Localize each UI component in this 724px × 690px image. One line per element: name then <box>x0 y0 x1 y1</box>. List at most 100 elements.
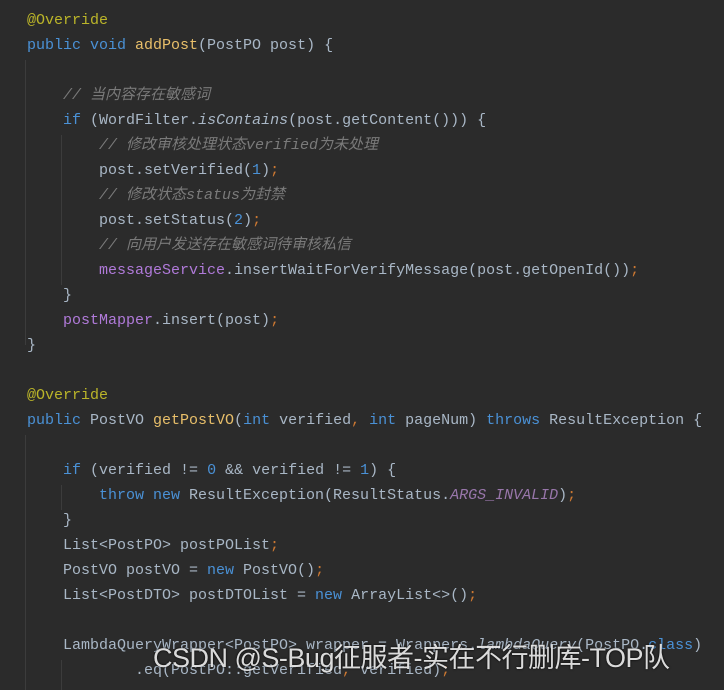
code-token: public void <box>27 37 136 54</box>
code-token: ; <box>270 537 280 554</box>
code-token: // 修改状态status为封禁 <box>99 187 286 204</box>
code-token: ; <box>252 212 262 229</box>
code-token: messageService <box>99 262 226 279</box>
code-token: ; <box>315 562 325 579</box>
code-token: PostVO postVO = <box>27 562 208 579</box>
code-line: @Override <box>27 383 702 408</box>
code-token: ResultException { <box>549 412 703 429</box>
code-token: postMapper <box>63 312 154 329</box>
code-token: ARGS_INVALID <box>450 487 559 504</box>
code-token: ; <box>630 262 640 279</box>
code-token: (WordFilter. <box>90 112 199 129</box>
code-line: public void addPost(PostPO post) { <box>27 33 702 58</box>
code-token: post.setStatus( <box>27 212 235 229</box>
code-token: // 向用户发送存在敏感词待审核私信 <box>99 237 352 254</box>
code-line: if (verified != 0 && verified != 1) { <box>27 458 702 483</box>
code-token: getPostVO <box>153 412 235 429</box>
code-token: .insert(post) <box>153 312 271 329</box>
code-token: List<PostPO> postPOList <box>27 537 271 554</box>
code-line: } <box>27 508 702 533</box>
code-line: post.setVerified(1); <box>27 158 702 183</box>
code-token: ; <box>270 162 280 179</box>
code-token: isContains <box>198 112 289 129</box>
code-token: , <box>351 412 370 429</box>
code-token: int <box>243 412 280 429</box>
code-line: messageService.insertWaitForVerifyMessag… <box>27 258 702 283</box>
code-token: new <box>315 587 352 604</box>
code-line: // 修改审核处理状态verified为未处理 <box>27 133 702 158</box>
code-token: addPost <box>135 37 199 54</box>
code-token: PostVO() <box>243 562 316 579</box>
code-token: ) { <box>369 462 397 479</box>
code-line: public PostVO getPostVO(int verified, in… <box>27 408 702 433</box>
code-token: ( <box>234 412 244 429</box>
code-line: List<PostPO> postPOList; <box>27 533 702 558</box>
code-token: 1 <box>360 462 370 479</box>
code-line: if (WordFilter.isContains(post.getConten… <box>27 108 702 133</box>
code-line: // 向用户发送存在敏感词待审核私信 <box>27 233 702 258</box>
code-line: post.setStatus(2); <box>27 208 702 233</box>
code-token: public <box>27 412 91 429</box>
code-token: new <box>207 562 244 579</box>
code-token: 0 <box>207 462 217 479</box>
code-token: 1 <box>252 162 262 179</box>
code-token: } <box>27 512 73 529</box>
watermark: CSDN @S-Bug征服者-实在不行删库-TOP队 <box>153 643 670 673</box>
code-token: } <box>27 337 37 354</box>
code-token: throws <box>486 412 550 429</box>
code-token: // 当内容存在敏感词 <box>63 87 211 104</box>
code-token: @Override <box>27 387 109 404</box>
code-token: } <box>27 287 73 304</box>
code-editor[interactable]: @Override public void addPost(PostPO post… <box>27 8 702 683</box>
code-token: throw new <box>99 487 190 504</box>
code-token: @Override <box>27 12 109 29</box>
indent-guide <box>25 435 26 690</box>
code-token: ) <box>693 637 703 654</box>
code-line: // 当内容存在敏感词 <box>27 83 702 108</box>
code-token: ) <box>261 162 271 179</box>
code-token: ; <box>270 312 280 329</box>
code-token: (PostPO post) { <box>198 37 334 54</box>
code-token: verified <box>279 412 352 429</box>
code-token: // 修改审核处理状态verified为未处理 <box>99 137 379 154</box>
code-token: ; <box>567 487 577 504</box>
code-line: postMapper.insert(post); <box>27 308 702 333</box>
code-token: ArrayList<>() <box>351 587 469 604</box>
code-line: throw new ResultException(ResultStatus.A… <box>27 483 702 508</box>
code-token: && verified != <box>216 462 361 479</box>
code-line: PostVO postVO = new PostVO(); <box>27 558 702 583</box>
code-line: } <box>27 333 702 358</box>
code-token: if <box>63 112 91 129</box>
code-token: ; <box>468 587 478 604</box>
code-token: PostVO <box>90 412 154 429</box>
indent-guide <box>25 60 26 345</box>
code-token: ) <box>243 212 253 229</box>
code-token: .insertWaitForVerifyMessage(post.getOpen… <box>225 262 631 279</box>
code-token: ResultException(ResultStatus. <box>189 487 451 504</box>
code-token: post.setVerified( <box>27 162 253 179</box>
code-token: 2 <box>234 212 244 229</box>
code-line: // 修改状态status为封禁 <box>27 183 702 208</box>
code-token: ) <box>558 487 568 504</box>
code-token: int <box>369 412 406 429</box>
code-token: (post.getContent())) { <box>288 112 487 129</box>
code-line: } <box>27 283 702 308</box>
code-line: List<PostDTO> postDTOList = new ArrayLis… <box>27 583 702 608</box>
code-token: List<PostDTO> postDTOList = <box>27 587 316 604</box>
code-line: @Override <box>27 8 702 33</box>
code-token: (verified != <box>90 462 208 479</box>
code-token: if <box>63 462 91 479</box>
